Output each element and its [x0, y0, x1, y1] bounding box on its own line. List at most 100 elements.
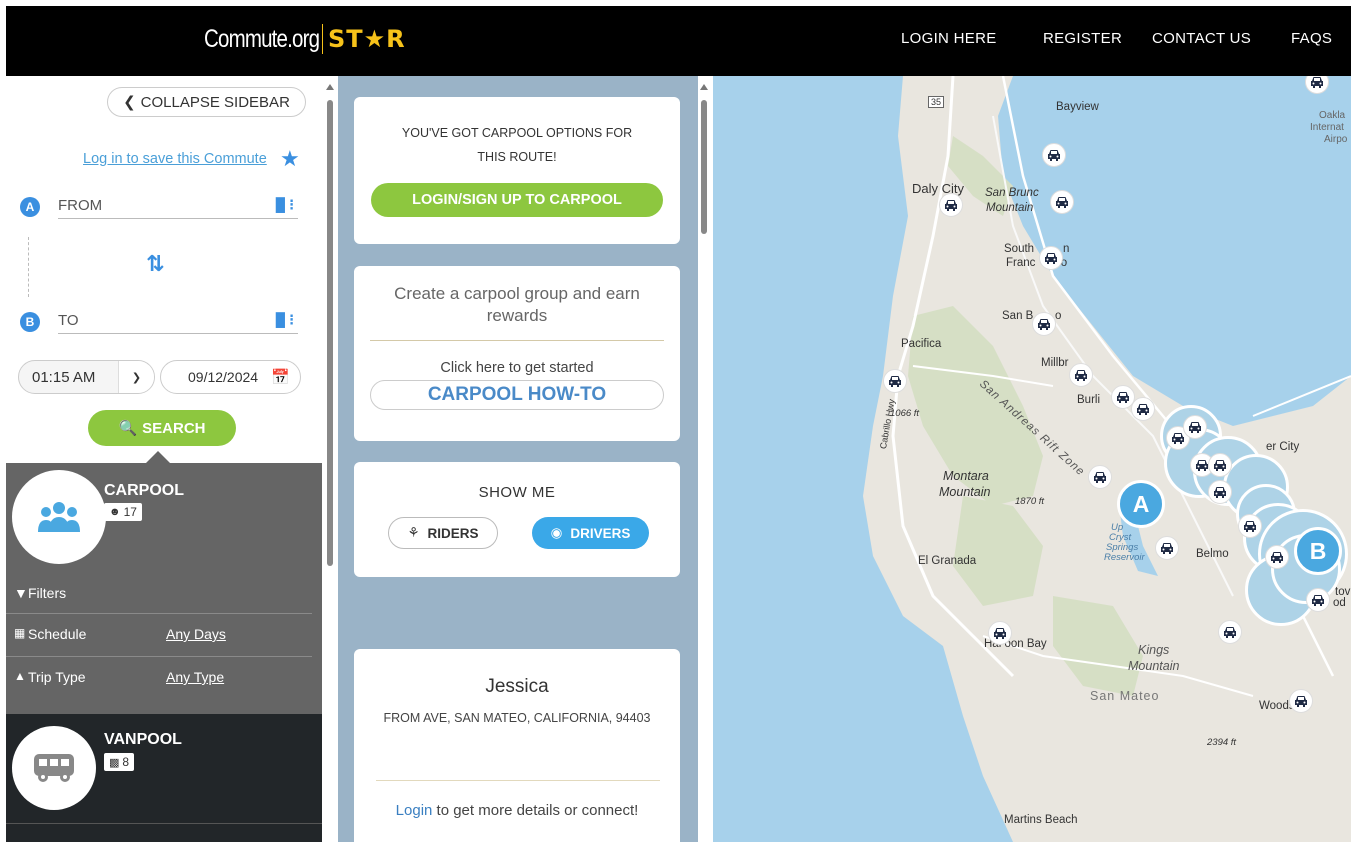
map-label-elev-1870: 1870 ft	[1015, 496, 1045, 507]
car-marker-icon[interactable]	[1069, 363, 1093, 387]
nav-register[interactable]: REGISTER	[1043, 30, 1143, 47]
map-label-francisco: Franc	[1006, 257, 1036, 269]
car-marker-icon[interactable]	[1208, 480, 1232, 504]
destination-pin-b[interactable]: B	[1294, 527, 1342, 575]
car-marker-icon[interactable]	[1238, 514, 1262, 538]
map-label-san-bruno-mtn: San Brunc	[985, 187, 1039, 199]
map-label-redwood2: od	[1333, 597, 1346, 609]
car-marker-icon[interactable]	[1042, 143, 1066, 167]
time-select[interactable]: 01:15 AM ❯	[18, 360, 155, 394]
results-scrollbar[interactable]	[698, 80, 710, 840]
origin-pin-a[interactable]: A	[1117, 480, 1165, 528]
carpool-howto-button[interactable]: CARPOOL HOW-TO	[370, 380, 664, 410]
calendar-icon: ▦	[14, 626, 26, 640]
route-directions-icon[interactable]: █⋮	[276, 197, 298, 213]
top-header: Commute.org ST★R LOGIN HERE REGISTER CON…	[6, 6, 1351, 76]
car-marker-icon[interactable]	[1218, 620, 1242, 644]
vanpool-panel[interactable]: VANPOOL ▩ 8	[6, 714, 322, 842]
collapse-sidebar-label: COLLAPSE SIDEBAR	[140, 93, 290, 111]
trip-type-value-link[interactable]: Any Type	[166, 669, 224, 685]
drivers-toggle[interactable]: ◉ DRIVERS	[532, 517, 649, 549]
swap-locations-icon[interactable]: ⇅	[146, 251, 164, 277]
map-label-south-sf: South	[1004, 243, 1035, 255]
carpool-count-badge: ☻ 17	[104, 503, 142, 521]
match-login-link[interactable]: Login	[396, 802, 433, 819]
nav-login-here[interactable]: LOGIN HERE	[901, 30, 1021, 47]
star-icon[interactable]: ★	[280, 146, 300, 172]
to-placeholder: TO	[58, 312, 79, 329]
map-label-pacifica: Pacifica	[901, 338, 942, 350]
pin-a-icon: A	[20, 197, 40, 217]
car-marker-icon[interactable]	[1183, 415, 1207, 439]
logo-commute-text: Commute.org	[204, 24, 320, 53]
card-divider	[376, 780, 660, 781]
from-placeholder: FROM	[58, 197, 103, 214]
date-input[interactable]: 09/12/2024 📅	[160, 360, 301, 394]
car-icon: ◉	[550, 525, 563, 540]
pin-b-icon: B	[20, 312, 40, 332]
carpool-panel[interactable]: CARPOOL ☻ 17 ▼ Filters ▦ Schedule Any Da…	[6, 451, 322, 714]
map[interactable]: 35 Bayview Oakla Internat Airpo Daly Cit…	[713, 76, 1351, 842]
to-input[interactable]: TO █⋮	[58, 310, 298, 334]
login-signup-carpool-button[interactable]: LOGIN/SIGN UP TO CARPOOL	[371, 183, 663, 217]
drivers-label: DRIVERS	[570, 525, 631, 541]
map-label-san-bruno-mtn2: Mountain	[986, 202, 1034, 214]
map-label-hwy35: 35	[928, 96, 945, 108]
chevron-left-icon: ❮	[123, 94, 136, 111]
car-marker-icon[interactable]	[1131, 397, 1155, 421]
car-marker-icon[interactable]	[1289, 689, 1313, 713]
scroll-up-icon[interactable]	[326, 84, 334, 90]
row-separator	[6, 656, 312, 657]
route-dash-line	[28, 237, 29, 297]
car-marker-icon[interactable]	[1208, 453, 1232, 477]
carpool-notch	[144, 451, 172, 465]
save-commute-link[interactable]: Log in to save this Commute	[83, 151, 267, 167]
rider-icon: ⚘	[407, 525, 420, 540]
nav-faqs[interactable]: FAQS	[1291, 30, 1341, 47]
schedule-value-link[interactable]: Any Days	[166, 626, 226, 642]
car-marker-icon[interactable]	[988, 621, 1012, 645]
logo-divider	[322, 24, 323, 54]
carpool-count: 17	[123, 505, 137, 519]
nav-contact-us[interactable]: CONTACT US	[1152, 30, 1272, 47]
scroll-up-icon[interactable]	[700, 84, 708, 90]
map-label-san-bruno: San B	[1002, 310, 1034, 322]
results-scroll-thumb[interactable]	[701, 100, 707, 234]
collapse-sidebar-button[interactable]: ❮ COLLAPSE SIDEBAR	[107, 87, 306, 117]
route-directions-icon[interactable]: █⋮	[276, 312, 298, 328]
sidebar-scroll-thumb[interactable]	[327, 100, 333, 566]
car-marker-icon[interactable]	[1155, 536, 1179, 560]
carpool-group-card: Create a carpool group and earn rewards …	[354, 266, 680, 441]
carpool-title: CARPOOL	[104, 482, 184, 499]
carpool-options-text: YOU'VE GOT CARPOOL OPTIONS FOR THIS ROUT…	[401, 126, 633, 164]
vanpool-count: 8	[122, 755, 130, 769]
users-icon: ☻	[109, 506, 121, 518]
search-label: SEARCH	[142, 419, 206, 437]
search-button[interactable]: 🔍 SEARCH	[88, 410, 236, 446]
search-icon: 🔍	[118, 420, 138, 437]
car-marker-icon[interactable]	[939, 193, 963, 217]
riders-toggle[interactable]: ⚘ RIDERS	[388, 517, 498, 549]
calendar-icon[interactable]: 📅	[271, 368, 290, 386]
car-marker-icon[interactable]	[883, 369, 907, 393]
road-icon: ▲	[14, 669, 26, 683]
car-marker-icon[interactable]	[1265, 545, 1289, 569]
vanpool-icon-circle	[12, 726, 96, 810]
match-card[interactable]: Jessica FROM AVE, SAN MATEO, CALIFORNIA,…	[354, 649, 680, 849]
from-input[interactable]: FROM █⋮	[58, 195, 298, 219]
sidebar-scrollbar[interactable]	[324, 80, 336, 840]
car-marker-icon[interactable]	[1306, 588, 1330, 612]
car-marker-icon[interactable]	[1050, 190, 1074, 214]
logo-star-text: ST★R	[328, 25, 406, 53]
vanpool-title: VANPOOL	[104, 731, 182, 748]
car-marker-icon[interactable]	[1032, 312, 1056, 336]
car-marker-icon[interactable]	[1039, 246, 1063, 270]
map-label-south-sf-n: n	[1063, 243, 1070, 255]
show-me-title: SHOW ME	[478, 484, 556, 501]
carpool-icon-circle	[12, 470, 106, 564]
map-label-internat: Internat	[1310, 122, 1344, 133]
map-label-el-granada: El Granada	[918, 555, 977, 567]
car-marker-icon[interactable]	[1088, 465, 1112, 489]
commute-logo[interactable]: Commute.org ST★R	[204, 24, 406, 54]
map-label-oakland: Oakla	[1319, 110, 1346, 121]
